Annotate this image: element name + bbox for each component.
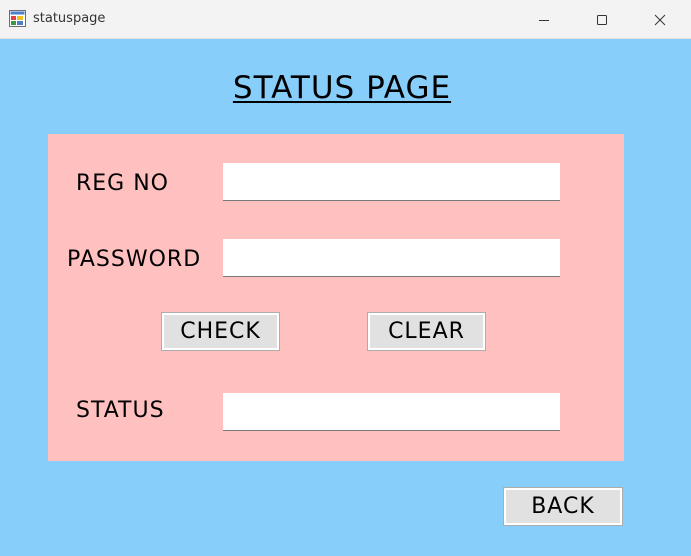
password-input[interactable] xyxy=(223,239,560,277)
status-label: STATUS xyxy=(76,398,165,423)
page-title: STATUS PAGE xyxy=(232,70,452,106)
status-output-field[interactable] xyxy=(223,393,560,431)
minimize-icon xyxy=(539,19,549,21)
clear-button[interactable]: CLEAR xyxy=(367,312,486,351)
window-titlebar: statuspage xyxy=(0,0,691,39)
reg-no-input[interactable] xyxy=(223,163,560,201)
password-label: PASSWORD xyxy=(67,247,202,272)
window-title: statuspage xyxy=(33,11,106,26)
close-icon xyxy=(654,14,666,25)
maximize-button[interactable] xyxy=(573,0,631,39)
back-button[interactable]: BACK xyxy=(503,487,623,526)
form-app-icon xyxy=(9,10,26,27)
reg-no-label: REG NO xyxy=(76,171,170,196)
maximize-icon xyxy=(597,14,607,25)
close-button[interactable] xyxy=(631,0,689,39)
check-button[interactable]: CHECK xyxy=(161,312,280,351)
minimize-button[interactable] xyxy=(515,0,573,39)
